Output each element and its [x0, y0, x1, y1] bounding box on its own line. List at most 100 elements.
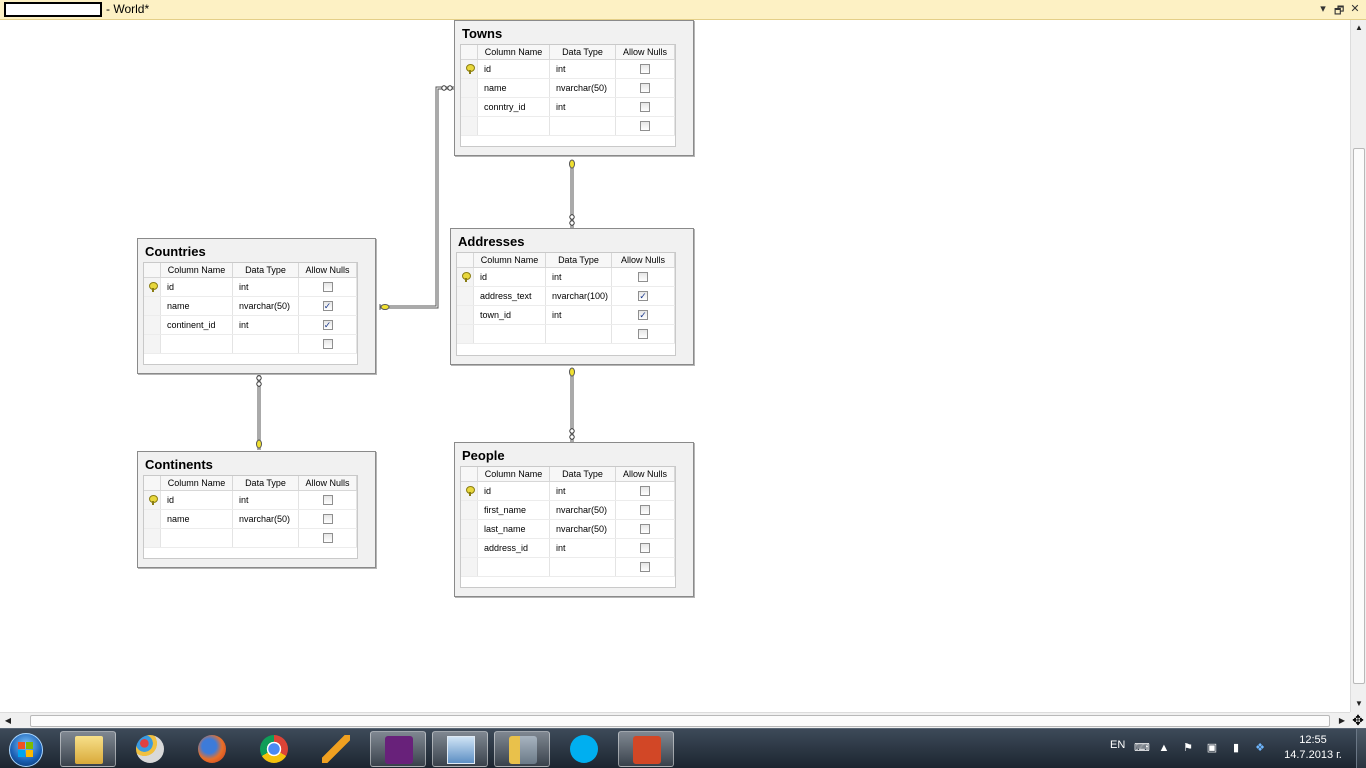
data-type-cell[interactable] — [233, 529, 299, 547]
allow-nulls-checkbox[interactable]: ✓ — [638, 291, 648, 301]
relationship-continents-countries[interactable] — [256, 375, 262, 450]
allow-nulls-checkbox[interactable] — [322, 533, 333, 543]
allow-nulls-checkbox[interactable] — [640, 102, 650, 112]
data-type-cell[interactable]: int — [233, 491, 299, 509]
column-name-cell[interactable]: name — [161, 297, 233, 315]
column-name-cell[interactable] — [161, 335, 233, 353]
network-icon[interactable]: ▣ — [1206, 742, 1218, 754]
horizontal-scrollbar[interactable]: ◀ ▶ — [0, 712, 1350, 728]
show-desktop-button[interactable] — [1356, 729, 1366, 768]
row-selector[interactable] — [457, 306, 474, 324]
data-type-cell[interactable]: int — [550, 98, 616, 116]
action-center-flag-icon[interactable]: ⚑ — [1182, 742, 1194, 754]
row-selector[interactable] — [461, 79, 478, 97]
column-name-cell[interactable]: id — [161, 278, 233, 296]
row-selector[interactable] — [144, 529, 161, 547]
column-name-cell[interactable]: name — [161, 510, 233, 528]
column-row[interactable] — [144, 529, 357, 548]
allow-nulls-checkbox[interactable]: ✓ — [322, 301, 333, 311]
row-selector[interactable] — [144, 278, 161, 296]
language-indicator[interactable]: EN — [1110, 739, 1125, 751]
allow-nulls-checkbox[interactable] — [640, 505, 650, 515]
window-menu-icon[interactable]: ▾ — [1318, 2, 1328, 21]
column-name-cell[interactable]: id — [478, 482, 550, 500]
table-people[interactable]: People Column Name Data Type Allow Nulls id… — [454, 442, 694, 597]
scroll-down-icon[interactable]: ▼ — [1351, 696, 1366, 712]
data-type-cell[interactable] — [550, 558, 616, 576]
allow-nulls-checkbox[interactable] — [322, 282, 333, 292]
scroll-up-icon[interactable]: ▲ — [1351, 20, 1366, 36]
column-name-cell[interactable]: town_id — [474, 306, 546, 324]
allow-nulls-checkbox[interactable] — [640, 543, 650, 553]
data-type-cell[interactable]: nvarchar(50) — [550, 79, 616, 97]
show-hidden-icons-icon[interactable]: ▲ — [1158, 742, 1170, 754]
column-row[interactable]: address_text nvarchar(100) ✓ — [457, 287, 675, 306]
row-selector[interactable] — [144, 297, 161, 315]
column-row[interactable]: id int — [457, 268, 675, 287]
allow-nulls-checkbox[interactable] — [640, 121, 650, 131]
data-type-cell[interactable] — [546, 325, 612, 343]
column-row[interactable]: name nvarchar(50) — [461, 79, 675, 98]
column-row[interactable]: id int — [461, 482, 675, 501]
data-type-cell[interactable]: int — [546, 306, 612, 324]
data-type-cell[interactable]: nvarchar(50) — [233, 510, 299, 528]
data-type-cell[interactable]: nvarchar(50) — [233, 297, 299, 315]
column-name-cell[interactable]: first_name — [478, 501, 550, 519]
scroll-left-icon[interactable]: ◀ — [0, 713, 16, 729]
vertical-scrollbar[interactable]: ▲ ▼ — [1350, 20, 1366, 712]
close-icon[interactable]: ✕ — [1350, 2, 1360, 21]
data-type-cell[interactable] — [233, 335, 299, 353]
data-type-cell[interactable]: int — [546, 268, 612, 286]
column-name-cell[interactable] — [474, 325, 546, 343]
relationship-towns-addresses[interactable] — [569, 159, 575, 228]
table-towns[interactable]: Towns Column Name Data Type Allow Nulls id i… — [454, 20, 694, 156]
allow-nulls-checkbox[interactable] — [322, 339, 333, 349]
horizontal-scroll-thumb[interactable] — [30, 715, 1330, 727]
column-name-cell[interactable] — [478, 117, 550, 135]
column-row[interactable]: continent_id int ✓ — [144, 316, 357, 335]
column-name-cell[interactable]: conntry_id — [478, 98, 550, 116]
column-row[interactable]: name nvarchar(50) — [144, 510, 357, 529]
allow-nulls-checkbox[interactable] — [638, 272, 648, 282]
row-selector[interactable] — [461, 501, 478, 519]
data-type-cell[interactable]: int — [550, 482, 616, 500]
data-type-cell[interactable] — [550, 117, 616, 135]
relationship-addresses-people[interactable] — [569, 367, 575, 442]
data-type-cell[interactable]: int — [550, 539, 616, 557]
allow-nulls-checkbox[interactable] — [640, 83, 650, 93]
clock[interactable]: 12:55 14.7.2013 г. — [1280, 733, 1346, 763]
data-type-cell[interactable]: int — [233, 316, 299, 334]
column-row[interactable]: town_id int ✓ — [457, 306, 675, 325]
column-row[interactable]: address_id int — [461, 539, 675, 558]
row-selector[interactable] — [457, 325, 474, 343]
column-row[interactable]: conntry_id int — [461, 98, 675, 117]
column-name-cell[interactable]: id — [161, 491, 233, 509]
power-icon[interactable]: ▮ — [1230, 742, 1242, 754]
row-selector[interactable] — [457, 268, 474, 286]
row-selector[interactable] — [461, 520, 478, 538]
column-row[interactable]: last_name nvarchar(50) — [461, 520, 675, 539]
dropbox-icon[interactable]: ❖ — [1254, 742, 1266, 754]
column-name-cell[interactable] — [161, 529, 233, 547]
allow-nulls-checkbox[interactable] — [640, 562, 650, 572]
column-row[interactable]: first_name nvarchar(50) — [461, 501, 675, 520]
table-addresses[interactable]: Addresses Column Name Data Type Allow Null… — [450, 228, 694, 365]
row-selector[interactable] — [144, 335, 161, 353]
column-name-cell[interactable]: last_name — [478, 520, 550, 538]
row-selector[interactable] — [461, 60, 478, 78]
row-selector[interactable] — [461, 539, 478, 557]
scroll-right-icon[interactable]: ▶ — [1334, 713, 1350, 729]
column-row[interactable] — [457, 325, 675, 344]
allow-nulls-checkbox[interactable] — [640, 64, 650, 74]
document-title[interactable]: - World* — [106, 2, 149, 16]
relationship-countries-towns[interactable] — [379, 85, 455, 310]
data-type-cell[interactable]: int — [233, 278, 299, 296]
data-type-cell[interactable]: nvarchar(50) — [550, 501, 616, 519]
column-name-cell[interactable]: id — [478, 60, 550, 78]
column-row[interactable]: id int — [461, 60, 675, 79]
data-type-cell[interactable]: nvarchar(100) — [546, 287, 612, 305]
allow-nulls-checkbox[interactable]: ✓ — [638, 310, 648, 320]
data-type-cell[interactable]: int — [550, 60, 616, 78]
column-row[interactable] — [461, 117, 675, 136]
row-selector[interactable] — [144, 491, 161, 509]
